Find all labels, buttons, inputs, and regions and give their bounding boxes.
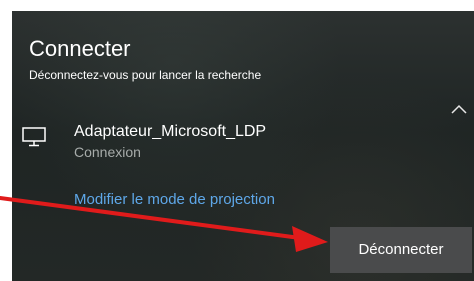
panel-title: Connecter [29,36,131,61]
chevron-up-icon [451,104,467,114]
panel-subtitle: Déconnectez-vous pour lancer la recherch… [29,68,262,82]
device-name: Adaptateur_Microsoft_LDP [74,123,267,140]
device-item[interactable]: Adaptateur_Microsoft_LDP Connexion [12,104,442,164]
monitor-icon [22,127,46,147]
connect-panel: Connecter Déconnectez-vous pour lancer l… [12,11,474,281]
device-status: Connexion [74,144,141,160]
collapse-button[interactable] [448,98,470,120]
modify-projection-link[interactable]: Modifier le mode de projection [74,191,275,209]
disconnect-button[interactable]: Déconnecter [330,227,472,273]
screenshot-frame: Connecter Déconnectez-vous pour lancer l… [0,0,474,281]
